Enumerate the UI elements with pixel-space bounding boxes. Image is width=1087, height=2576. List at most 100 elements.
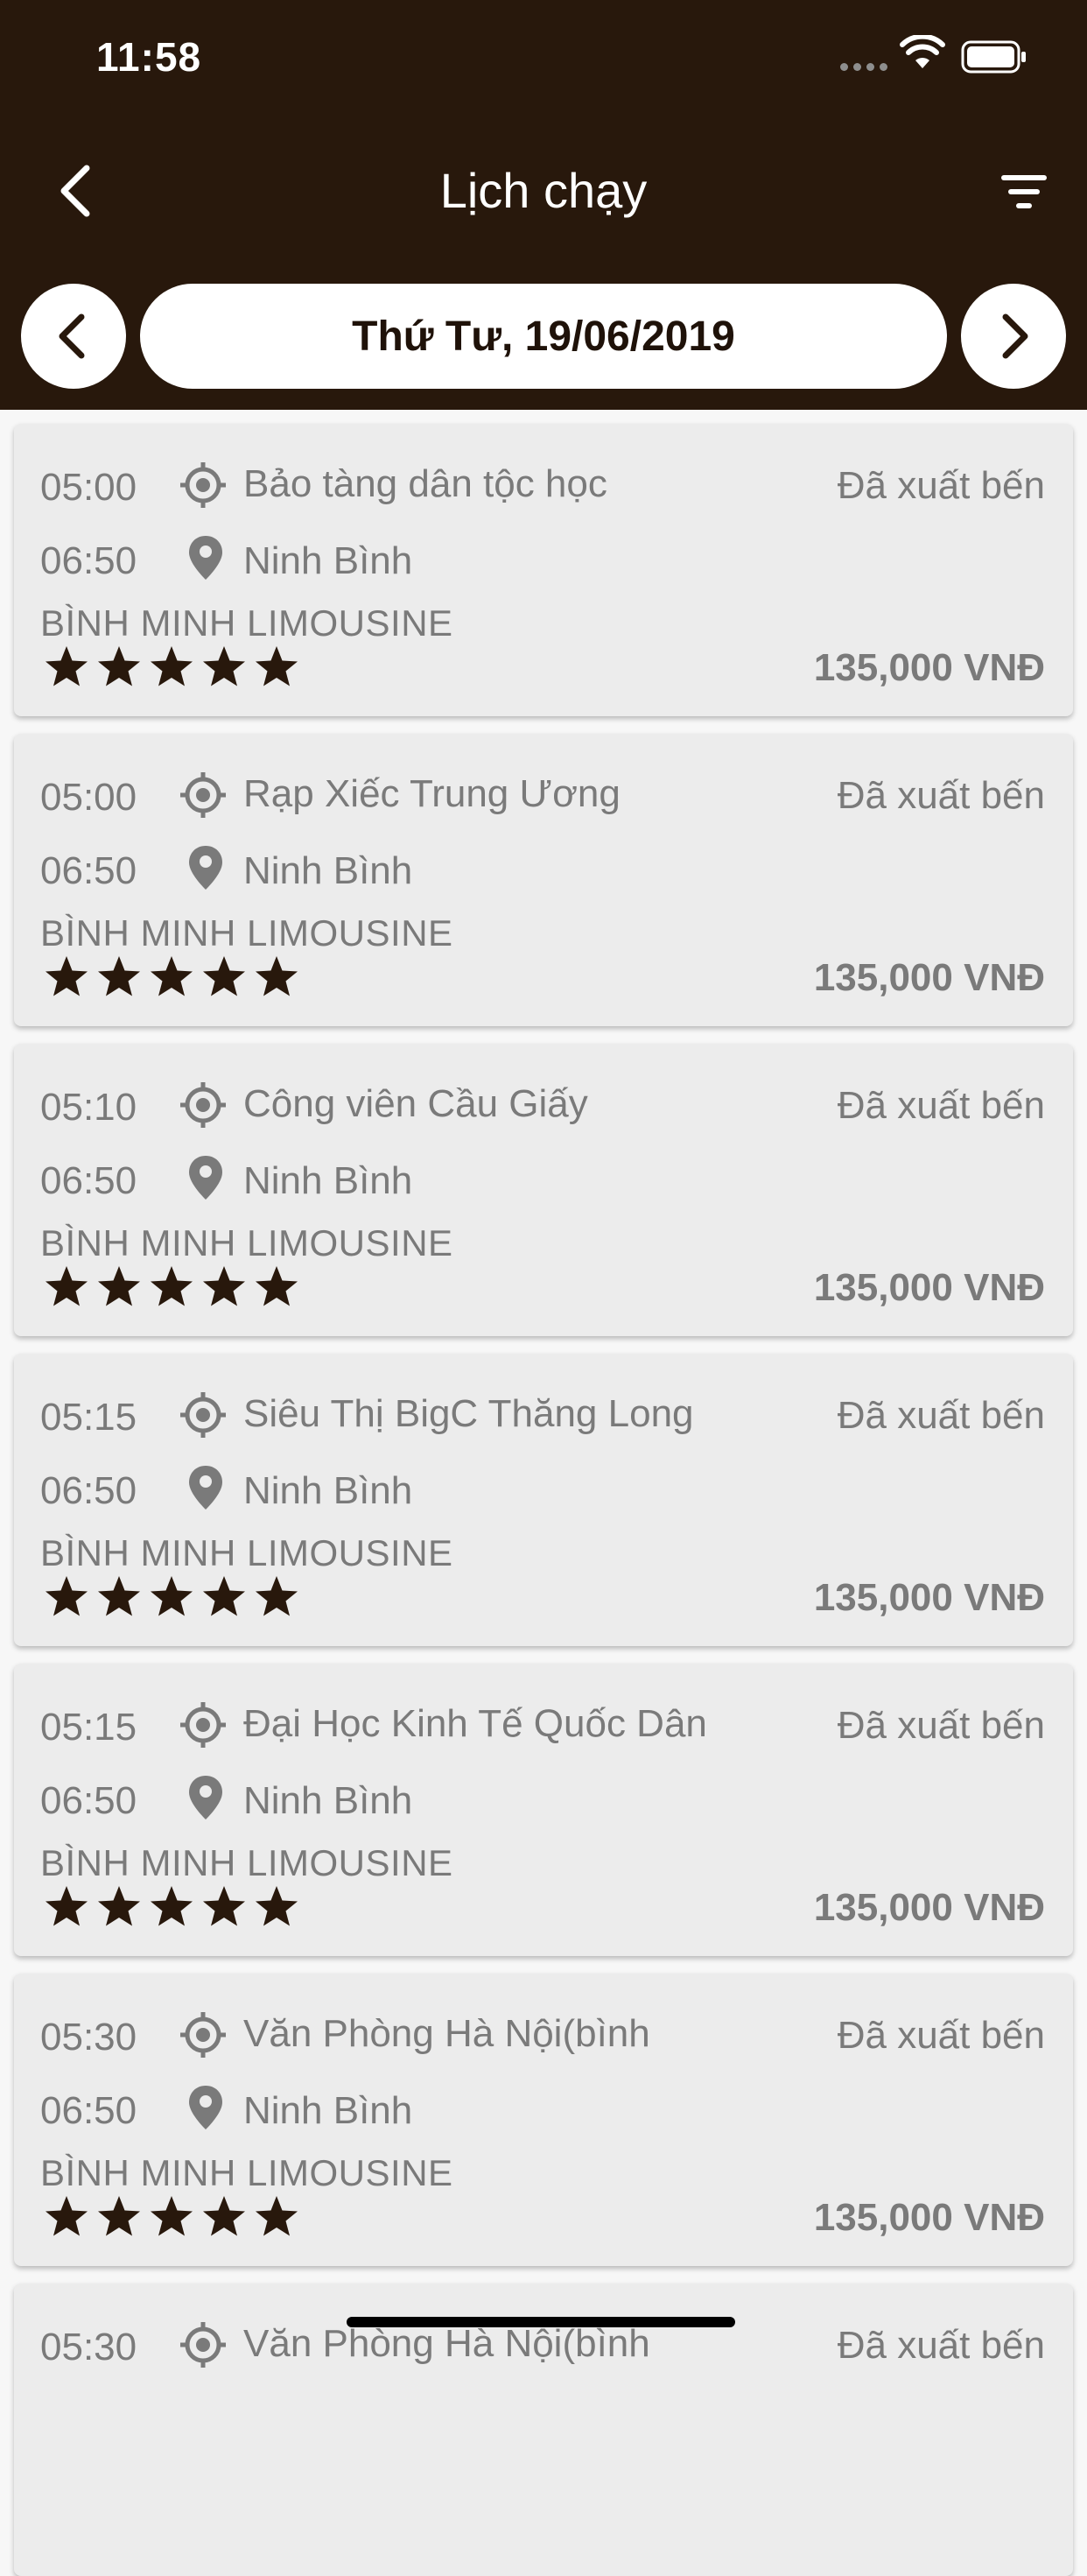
target-icon: [180, 462, 226, 508]
trip-status: Đã xuất bến: [837, 464, 1045, 507]
status-time: 11:58: [96, 34, 202, 80]
target-icon: [180, 1702, 226, 1748]
rating-stars: [40, 1571, 303, 1623]
departure-time: 05:00: [40, 776, 137, 819]
star-icon: [46, 1886, 88, 1926]
pickup-location: Công viên Cầu Giấy: [243, 1082, 588, 1125]
star-icon: [256, 1266, 298, 1306]
dropoff-location: Ninh Bình: [243, 1779, 413, 1822]
star-icon: [151, 2196, 193, 2236]
ticket-price: 135,000 VNĐ: [813, 1886, 1045, 1929]
star-icon: [46, 646, 88, 686]
target-icon: [180, 2322, 226, 2368]
app-header: 11:58 Lịch chạy Thứ Tư, 19/06/2019: [0, 0, 1087, 410]
star-icon: [46, 1266, 88, 1306]
signal-icon: [840, 63, 893, 74]
trip-card[interactable]: 05:10 Công viên Cầu Giấy Đã xuất bến 06:50 N…: [14, 1044, 1073, 1336]
date-selector[interactable]: Thứ Tư, 19/06/2019: [140, 284, 947, 389]
pickup-location: Rạp Xiếc Trung Ương: [243, 772, 621, 815]
previous-day-button[interactable]: [21, 284, 126, 389]
star-icon: [256, 2196, 298, 2236]
operator-name: BÌNH MINH LIMOUSINE: [40, 912, 453, 954]
dropoff-location: Ninh Bình: [243, 1159, 413, 1202]
star-icon: [256, 1576, 298, 1616]
star-icon: [98, 1886, 140, 1926]
star-icon: [203, 1576, 245, 1616]
target-icon: [180, 1082, 226, 1128]
operator-name: BÌNH MINH LIMOUSINE: [40, 602, 453, 644]
trip-card[interactable]: 05:30 Văn Phòng Hà Nội(bình Đã xuất bến 06:…: [14, 1974, 1073, 2266]
chevron-right-icon: [1002, 313, 1028, 359]
map-pin-icon: [189, 1156, 222, 1200]
arrival-time: 06:50: [40, 2089, 137, 2132]
next-day-button[interactable]: [961, 284, 1066, 389]
trip-status: Đã xuất bến: [837, 2014, 1045, 2057]
trip-card[interactable]: 05:00 Bảo tàng dân tộc học Đã xuất bến 06:5…: [14, 424, 1073, 716]
battery-icon: [961, 40, 1026, 74]
ticket-price: 135,000 VNĐ: [813, 956, 1045, 999]
chevron-left-icon: [59, 313, 85, 359]
dropoff-location: Ninh Bình: [243, 849, 413, 892]
star-icon: [203, 646, 245, 686]
target-icon: [180, 772, 226, 818]
departure-time: 05:30: [40, 2326, 137, 2368]
trip-card[interactable]: 05:15 Siêu Thị BigC Thăng Long Đã xuất bến…: [14, 1354, 1073, 1646]
operator-name: BÌNH MINH LIMOUSINE: [40, 1222, 453, 1263]
rating-stars: [40, 1881, 303, 1933]
arrival-time: 06:50: [40, 1469, 137, 1512]
rating-stars: [40, 1261, 303, 1313]
operator-name: BÌNH MINH LIMOUSINE: [40, 1532, 453, 1573]
filter-icon: [1001, 175, 1047, 208]
trip-status: Đã xuất bến: [837, 1084, 1045, 1127]
star-icon: [256, 956, 298, 996]
departure-time: 05:30: [40, 2016, 137, 2059]
trip-card[interactable]: 05:30 Văn Phòng Hà Nội(bình Đã xuất bến: [14, 2284, 1073, 2576]
target-icon: [180, 2012, 226, 2058]
departure-time: 05:15: [40, 1396, 137, 1439]
star-icon: [203, 956, 245, 996]
star-icon: [256, 1886, 298, 1926]
ticket-price: 135,000 VNĐ: [813, 1266, 1045, 1309]
star-icon: [151, 1886, 193, 1926]
target-icon: [180, 1392, 226, 1438]
ticket-price: 135,000 VNĐ: [813, 2196, 1045, 2239]
filter-button[interactable]: [989, 166, 1059, 219]
ticket-price: 135,000 VNĐ: [813, 646, 1045, 689]
arrival-time: 06:50: [40, 1779, 137, 1822]
map-pin-icon: [189, 536, 222, 580]
star-icon: [151, 1266, 193, 1306]
trip-status: Đã xuất bến: [837, 1394, 1045, 1437]
star-icon: [151, 956, 193, 996]
star-icon: [203, 2196, 245, 2236]
pickup-location: Văn Phòng Hà Nội(bình: [243, 2322, 650, 2365]
page-title: Lịch chạy: [439, 163, 648, 218]
star-icon: [203, 1266, 245, 1306]
pickup-location: Văn Phòng Hà Nội(bình: [243, 2012, 650, 2055]
arrival-time: 06:50: [40, 539, 137, 582]
date-label: Thứ Tư, 19/06/2019: [352, 313, 735, 360]
dropoff-location: Ninh Bình: [243, 539, 413, 582]
map-pin-icon: [189, 1776, 222, 1819]
pickup-location: Siêu Thị BigC Thăng Long: [243, 1392, 694, 1435]
dropoff-location: Ninh Bình: [243, 2089, 413, 2132]
star-icon: [151, 646, 193, 686]
trip-card[interactable]: 05:00 Rạp Xiếc Trung Ương Đã xuất bến 06:50…: [14, 734, 1073, 1026]
operator-name: BÌNH MINH LIMOUSINE: [40, 1842, 453, 1883]
rating-stars: [40, 951, 303, 1003]
star-icon: [98, 646, 140, 686]
trip-status: Đã xuất bến: [837, 774, 1045, 817]
star-icon: [46, 956, 88, 996]
map-pin-icon: [189, 1466, 222, 1510]
pickup-location: Đại Học Kinh Tế Quốc Dân: [243, 1702, 707, 1745]
departure-time: 05:10: [40, 1086, 137, 1129]
departure-time: 05:00: [40, 466, 137, 509]
arrival-time: 06:50: [40, 1159, 137, 1202]
ticket-price: 135,000 VNĐ: [813, 1576, 1045, 1619]
trip-status: Đã xuất bến: [837, 2324, 1045, 2367]
map-pin-icon: [189, 846, 222, 890]
star-icon: [98, 1266, 140, 1306]
home-indicator: [347, 2317, 735, 2327]
wifi-icon: [900, 35, 945, 68]
trip-card[interactable]: 05:15 Đại Học Kinh Tế Quốc Dân Đã xuất bến…: [14, 1664, 1073, 1956]
trip-status: Đã xuất bến: [837, 1704, 1045, 1747]
